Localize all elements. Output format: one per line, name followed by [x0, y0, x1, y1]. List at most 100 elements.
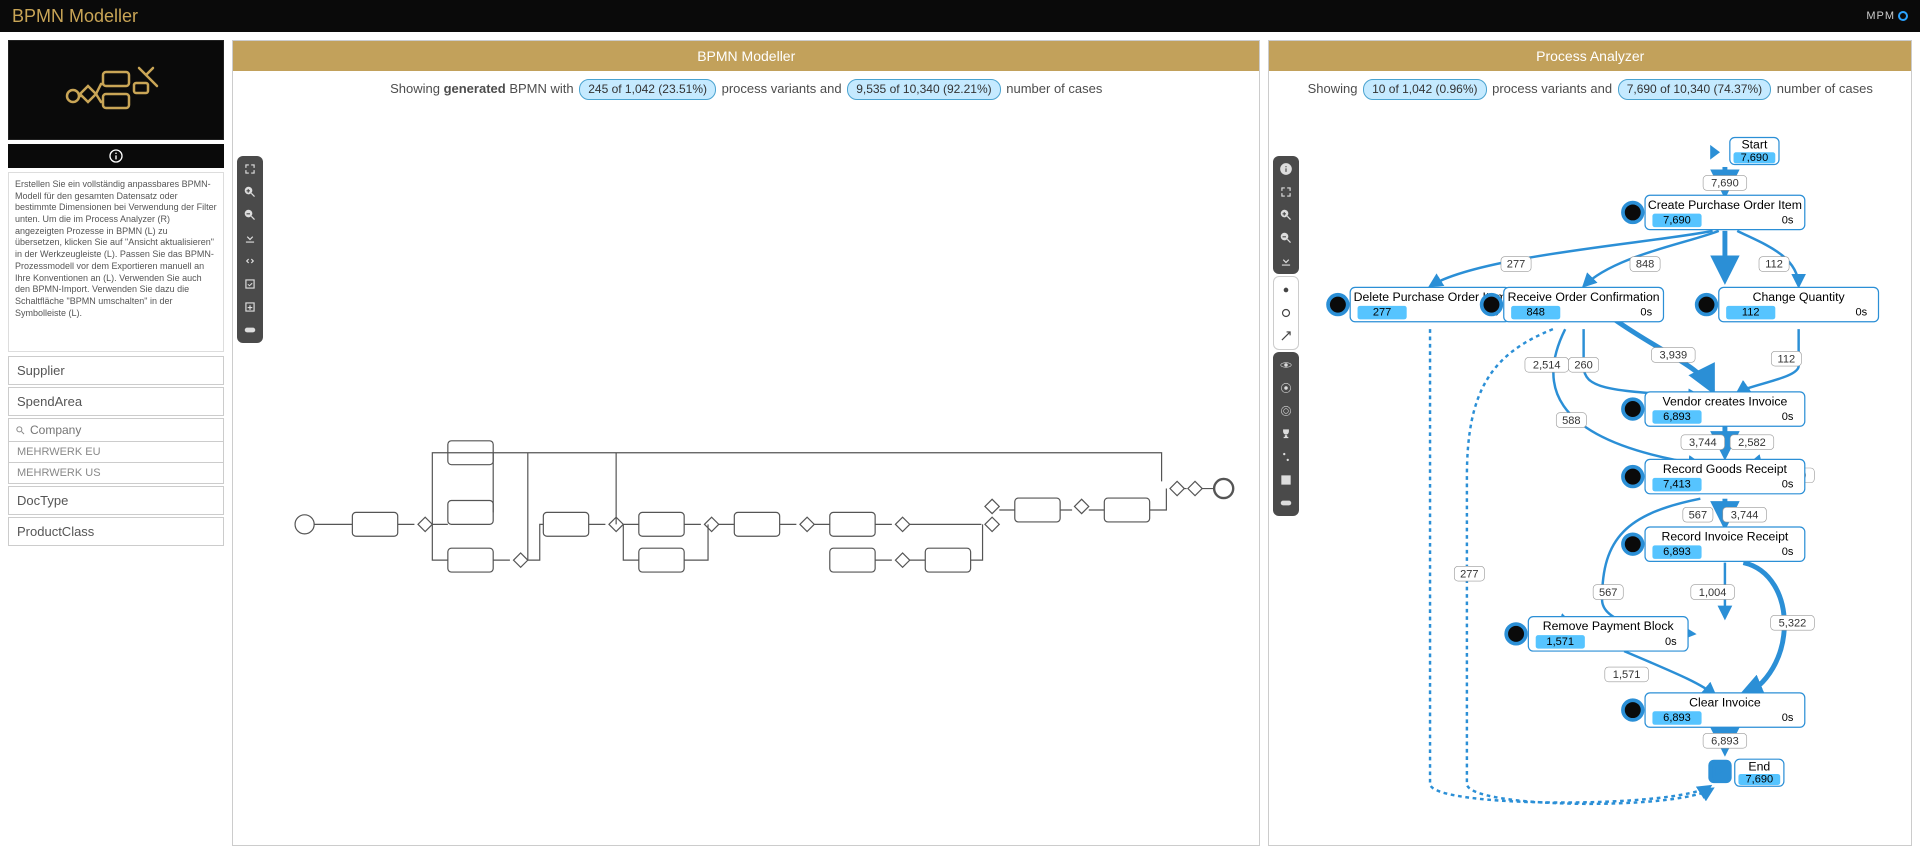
- svg-text:7,690: 7,690: [1712, 177, 1740, 189]
- zoom-in-button[interactable]: [240, 182, 260, 202]
- zoom-in-button-2[interactable]: [1276, 205, 1296, 225]
- app-header: BPMN Modeller MPM: [0, 0, 1920, 32]
- toggle-bpmn-button[interactable]: [240, 320, 260, 340]
- svg-text:Vendor creates Invoice: Vendor creates Invoice: [1663, 394, 1788, 408]
- percent-button[interactable]: [1276, 447, 1296, 467]
- svg-text:848: 848: [1527, 306, 1545, 318]
- brand-logo: MPM: [1866, 10, 1908, 22]
- edge-label-n9_end: 6,893: [1704, 733, 1748, 748]
- bpmn-cases-suffix: number of cases: [1006, 81, 1102, 96]
- add-button[interactable]: [240, 297, 260, 317]
- target-2-button[interactable]: [1276, 401, 1296, 421]
- svg-text:7,413: 7,413: [1664, 478, 1692, 490]
- edge-label-n1_n2: 277: [1501, 256, 1531, 271]
- svg-text:567: 567: [1599, 587, 1617, 599]
- svg-text:1,004: 1,004: [1699, 587, 1727, 599]
- edge-label-start_n1: 7,690: [1704, 175, 1748, 190]
- filter-company-search[interactable]: [8, 418, 224, 442]
- xml-button[interactable]: [240, 251, 260, 271]
- graph-node-n5[interactable]: Vendor creates Invoice 6,893 0s: [1623, 392, 1805, 426]
- zoom-out-icon: [243, 208, 257, 222]
- svg-text:7,690: 7,690: [1746, 773, 1774, 785]
- bpmn-variants-pill[interactable]: 245 of 1,042 (23.51%): [579, 79, 716, 100]
- bpmn-canvas-area[interactable]: [233, 108, 1259, 845]
- download-button[interactable]: [240, 228, 260, 248]
- mode-dot-button[interactable]: [1276, 280, 1296, 300]
- target-icon: [1279, 404, 1293, 418]
- svg-text:112: 112: [1742, 306, 1760, 318]
- check-button-2[interactable]: [1276, 470, 1296, 490]
- info-bar[interactable]: [8, 144, 224, 168]
- mode-arrow-button[interactable]: [1276, 326, 1296, 346]
- download-button-2[interactable]: [1276, 251, 1296, 271]
- svg-text:588: 588: [1563, 415, 1581, 427]
- filter-spendarea[interactable]: SpendArea: [8, 387, 224, 416]
- check-button[interactable]: [240, 274, 260, 294]
- zoom-in-icon: [1279, 208, 1293, 222]
- bpmn-cases-pill[interactable]: 9,535 of 10,340 (92.21%): [847, 79, 1000, 100]
- brand-logo-text: MPM: [1866, 10, 1895, 22]
- graph-end-node[interactable]: End 7,690: [1711, 759, 1785, 786]
- svg-text:6,893: 6,893: [1664, 712, 1692, 724]
- svg-text:0s: 0s: [1665, 636, 1677, 648]
- analyzer-canvas-area[interactable]: 7,690 277 848 112 2,514 260 3,939 112 58…: [1269, 108, 1911, 845]
- process-graph[interactable]: 7,690 277 848 112 2,514 260 3,939 112 58…: [1269, 108, 1911, 845]
- app-title: BPMN Modeller: [12, 6, 138, 27]
- bpmn-variants-suffix: process variants and: [722, 81, 842, 96]
- graph-node-n8[interactable]: Remove Payment Block 1,571 0s: [1507, 616, 1689, 650]
- bpmn-generated-word: generated: [444, 81, 506, 96]
- analyzer-tool-rail: [1273, 156, 1299, 516]
- analyzer-cases-suffix: number of cases: [1777, 81, 1873, 96]
- graph-node-n4[interactable]: Change Quantity 112 0s: [1697, 287, 1879, 321]
- zoom-out-button[interactable]: [240, 205, 260, 225]
- filter-doctype[interactable]: DocType: [8, 486, 224, 515]
- graph-node-n6[interactable]: Record Goods Receipt 7,413 0s: [1623, 459, 1805, 493]
- circle-icon: [1279, 306, 1293, 320]
- info-icon: [108, 148, 124, 164]
- target-1-button[interactable]: [1276, 378, 1296, 398]
- fullscreen-button-2[interactable]: [1276, 182, 1296, 202]
- mode-circle-button[interactable]: [1276, 303, 1296, 323]
- filter-productclass[interactable]: ProductClass: [8, 517, 224, 546]
- main-split: BPMN Modeller Showing generated BPMN wit…: [232, 40, 1912, 846]
- filter-supplier[interactable]: Supplier: [8, 356, 224, 385]
- company-item-1[interactable]: MEHRWERK US: [8, 463, 224, 484]
- edge-label-n4_n5: 112: [1772, 351, 1802, 366]
- orbit-button[interactable]: [1276, 355, 1296, 375]
- fullscreen-button[interactable]: [240, 159, 260, 179]
- percent-icon: [1279, 450, 1293, 464]
- company-search-input[interactable]: [30, 423, 217, 437]
- svg-text:7,690: 7,690: [1741, 152, 1769, 164]
- filter-company-block: MEHRWERK EU MEHRWERK US: [8, 418, 224, 484]
- check-icon: [243, 277, 257, 291]
- svg-text:3,744: 3,744: [1689, 437, 1717, 449]
- toggle-button-2[interactable]: [1276, 493, 1296, 513]
- sidebar: Erstellen Sie ein vollständig anpassbare…: [8, 40, 224, 846]
- svg-text:0s: 0s: [1782, 411, 1794, 423]
- edge-label-n1_n4: 112: [1759, 256, 1789, 271]
- info-button[interactable]: [1276, 159, 1296, 179]
- edge-label-n3_n6: 588: [1557, 413, 1587, 428]
- analyzer-variants-pill[interactable]: 10 of 1,042 (0.96%): [1363, 79, 1486, 100]
- bpmn-canvas[interactable]: [233, 108, 1259, 845]
- graph-node-n7[interactable]: Record Invoice Receipt 6,893 0s: [1623, 527, 1805, 561]
- bpmn-summary: Showing generated BPMN with 245 of 1,042…: [233, 71, 1259, 108]
- graph-start-node[interactable]: Start 7,690: [1711, 137, 1780, 164]
- graph-node-n3[interactable]: Receive Order Confirmation 848 0s: [1482, 287, 1664, 321]
- edge-label-n3_down: 260: [1569, 357, 1599, 372]
- svg-text:3,939: 3,939: [1660, 349, 1688, 361]
- info-icon: [1279, 162, 1293, 176]
- download-icon: [243, 231, 257, 245]
- plus-square-icon: [243, 300, 257, 314]
- svg-text:6,893: 6,893: [1712, 735, 1740, 747]
- graph-node-n1[interactable]: Create Purchase Order Item 7,690 0s: [1623, 195, 1805, 229]
- svg-text:2,514: 2,514: [1533, 359, 1561, 371]
- svg-text:Start: Start: [1742, 137, 1768, 151]
- graph-node-n9[interactable]: Clear Invoice 6,893 0s: [1623, 693, 1805, 727]
- description-text: Erstellen Sie ein vollständig anpassbare…: [8, 172, 224, 352]
- zoom-out-button-2[interactable]: [1276, 228, 1296, 248]
- trophy-button[interactable]: [1276, 424, 1296, 444]
- edge-label-n3_n5: 3,939: [1652, 347, 1696, 362]
- company-item-0[interactable]: MEHRWERK EU: [8, 442, 224, 463]
- analyzer-cases-pill[interactable]: 7,690 of 10,340 (74.37%): [1618, 79, 1771, 100]
